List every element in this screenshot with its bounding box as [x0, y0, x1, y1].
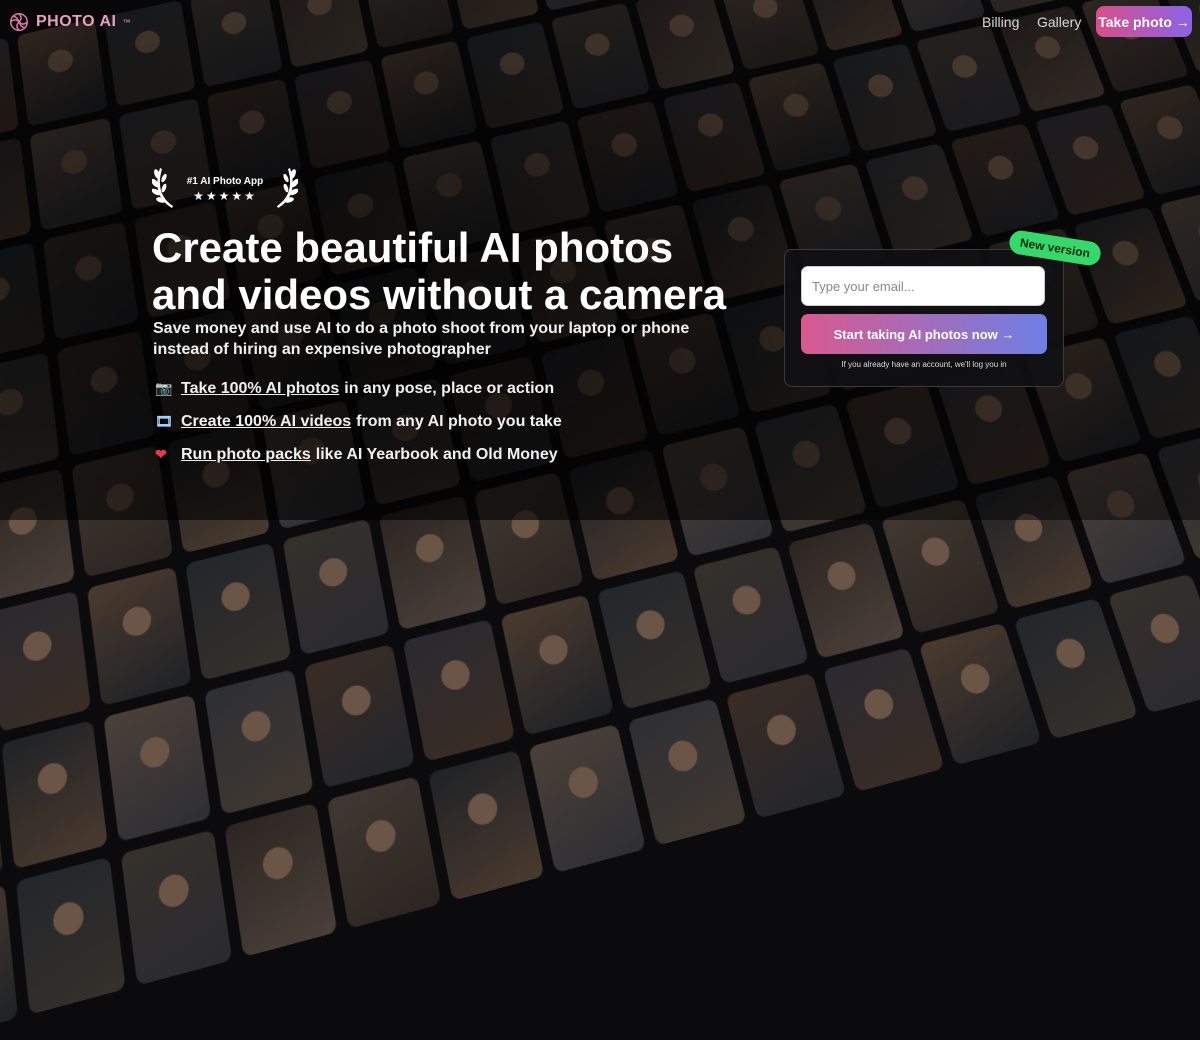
badge-title: #1 AI Photo App — [150, 176, 300, 187]
hero-headline: Create beautiful AI photos and videos wi… — [152, 224, 792, 318]
background-photo-tile — [327, 776, 442, 929]
background-photo-tile — [304, 644, 415, 788]
background-photo-tile — [500, 594, 614, 735]
feature-text-videos: from any AI photo you take — [356, 413, 562, 431]
headline-line-1: Create beautiful AI photos — [152, 224, 673, 271]
brand-trademark: ™ — [122, 18, 130, 27]
background-photo-tile — [0, 591, 91, 732]
feature-list: 📷 Take 100% AI photos in any pose, place… — [155, 372, 562, 471]
laurel-right-icon — [272, 164, 298, 210]
headline-line-2: and videos without a camera — [152, 271, 726, 318]
background-photo-tile — [204, 669, 314, 815]
background-photo-tile — [185, 543, 291, 681]
camera-icon: 📷 — [155, 380, 173, 397]
email-input[interactable] — [801, 266, 1045, 306]
background-photo-tile — [403, 619, 515, 762]
background-photo-tile — [528, 724, 646, 873]
background-photo-tile — [428, 750, 544, 901]
background-photo-tile — [628, 698, 747, 846]
feature-item-videos: 🎞 Create 100% AI videos from any AI phot… — [155, 405, 562, 438]
login-note: If you already have an account, we'll lo… — [785, 360, 1063, 369]
background-photo-tile — [0, 746, 3, 897]
nav-gallery-link[interactable]: Gallery — [1037, 14, 1081, 30]
subhead-line-2: instead of hiring an expensive photograp… — [153, 341, 491, 358]
start-taking-photos-button[interactable]: Start taking AI photos now → — [801, 314, 1047, 354]
feature-text-photos: in any pose, place or action — [344, 380, 554, 398]
background-photo-tile — [597, 570, 712, 710]
take-photo-button[interactable]: Take photo → — [1096, 6, 1192, 37]
subhead-line-1: Save money and use AI to do a photo shoo… — [153, 320, 689, 337]
laurel-left-icon — [152, 164, 178, 210]
brand-logo[interactable]: PHOTO AI ™ — [8, 11, 130, 33]
feature-item-photos: 📷 Take 100% AI photos in any pose, place… — [155, 372, 562, 405]
badge-stars: ★★★★★ — [150, 189, 300, 203]
signup-card: Start taking AI photos now → If you alre… — [784, 249, 1064, 387]
background-photo-tile — [282, 519, 390, 656]
feature-link-videos[interactable]: Create 100% AI videos — [181, 413, 351, 431]
feature-item-packs: ❤ Run photo packs like AI Yearbook and O… — [155, 438, 562, 471]
heart-icon: ❤ — [155, 446, 173, 463]
background-photo-tile — [693, 546, 810, 684]
background-photo-tile — [103, 694, 211, 841]
feature-text-packs: like AI Yearbook and Old Money — [316, 446, 558, 464]
logo-icon — [8, 11, 30, 33]
background-photo-tile — [726, 673, 847, 819]
feature-link-photos[interactable]: Take 100% AI photos — [181, 380, 339, 398]
background-photo-tile — [16, 857, 126, 1015]
feature-link-packs[interactable]: Run photo packs — [181, 446, 311, 464]
background-photo-tile — [224, 803, 337, 957]
background-photo-tile — [121, 830, 233, 986]
top-nav: PHOTO AI ™ Billing Gallery Take photo → — [0, 0, 1200, 44]
background-photo-tile — [1, 720, 107, 869]
background-photo-tile — [87, 567, 192, 707]
hero-subheading: Save money and use AI to do a photo shoo… — [153, 318, 753, 360]
film-icon: 🎞 — [155, 413, 173, 430]
brand-name: PHOTO AI — [36, 13, 116, 31]
app-award-badge: #1 AI Photo App ★★★★★ — [150, 162, 300, 212]
background-photo-tile — [0, 884, 18, 1040]
nav-billing-link[interactable]: Billing — [982, 14, 1019, 30]
